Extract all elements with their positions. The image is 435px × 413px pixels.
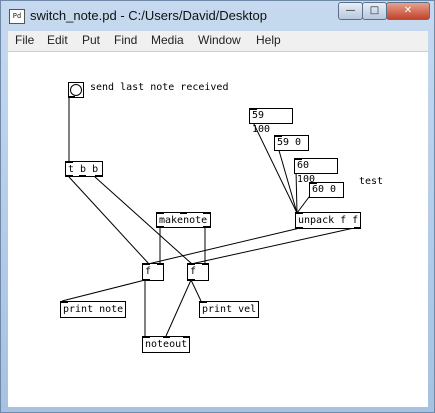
maximize-button[interactable]: □: [362, 2, 387, 20]
comment-test: test: [359, 176, 384, 187]
patch-connections: [61, 97, 355, 337]
title-bar[interactable]: Pd switch_note.pd - C:/Users/David/Deskt…: [1, 1, 434, 31]
message-59-100-label: 59 100: [252, 110, 271, 135]
message-60-100[interactable]: 60 100: [294, 158, 338, 185]
object-trigger[interactable]: t b b: [65, 161, 103, 177]
message-59-0[interactable]: 59 0: [274, 135, 309, 151]
object-print-vel[interactable]: print vel: [199, 301, 259, 318]
message-60-0[interactable]: 60 0: [309, 182, 344, 198]
pd-app-icon: Pd: [9, 9, 25, 24]
object-float-vel-label: f: [190, 266, 197, 277]
bang-button[interactable]: [68, 82, 84, 98]
object-float-vel[interactable]: f: [187, 263, 209, 281]
menu-help[interactable]: Help: [256, 33, 281, 47]
connection: [190, 227, 355, 265]
window-title: switch_note.pd - C:/Users/David/Desktop: [30, 8, 267, 23]
comment-send-last-note: send last note received: [90, 82, 229, 93]
connection: [61, 279, 146, 302]
object-makenote[interactable]: makenote: [156, 212, 211, 228]
object-float-note[interactable]: f: [142, 263, 164, 281]
object-trigger-label: t b b: [68, 164, 99, 175]
connection: [165, 279, 192, 337]
message-59-0-label: 59 0: [277, 137, 302, 148]
connection: [147, 227, 301, 265]
object-noteout[interactable]: noteout: [142, 336, 190, 353]
menu-bar: File Edit Put Find Media Window Help: [8, 31, 428, 52]
pd-window: Pd switch_note.pd - C:/Users/David/Deskt…: [0, 0, 435, 413]
object-noteout-label: noteout: [145, 339, 188, 350]
menu-edit[interactable]: Edit: [47, 33, 68, 47]
object-makenote-label: makenote: [159, 215, 208, 226]
object-float-note-label: f: [145, 266, 152, 277]
object-unpack[interactable]: unpack f f: [295, 212, 361, 229]
object-print-note-label: print note: [63, 304, 124, 315]
connection: [190, 279, 202, 302]
patch-canvas[interactable]: send last note received t b b makenote f: [8, 52, 428, 407]
menu-window[interactable]: Window: [198, 33, 241, 47]
close-button[interactable]: ✕: [386, 2, 430, 20]
menu-find[interactable]: Find: [114, 33, 137, 47]
object-print-note[interactable]: print note: [60, 301, 126, 318]
menu-file[interactable]: File: [15, 33, 34, 47]
message-59-100[interactable]: 59 100: [249, 108, 293, 135]
menu-media[interactable]: Media: [151, 33, 184, 47]
minimize-button[interactable]: —: [338, 2, 363, 20]
object-unpack-label: unpack f f: [298, 215, 359, 226]
menu-put[interactable]: Put: [82, 33, 100, 47]
object-print-vel-label: print vel: [202, 304, 257, 315]
message-60-0-label: 60 0: [312, 184, 337, 195]
